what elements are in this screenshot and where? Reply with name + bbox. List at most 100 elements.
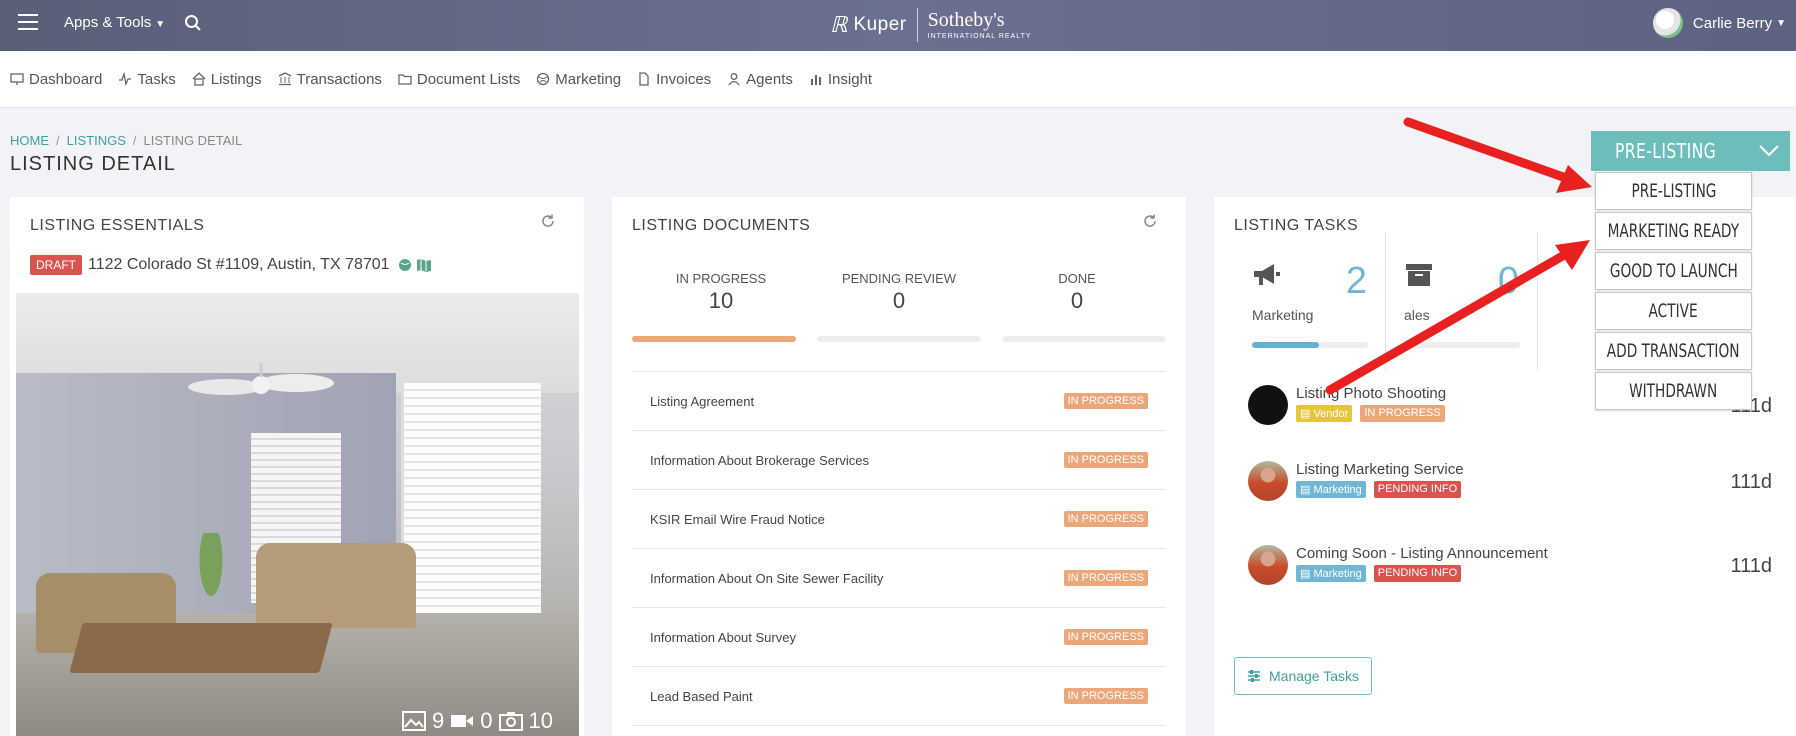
folder-icon [398, 74, 412, 85]
document-name: KSIR Email Wire Fraud Notice [650, 511, 825, 527]
doc-stat-pending-review[interactable]: PENDING REVIEW 0 [810, 271, 988, 342]
task-row[interactable]: Coming Soon - Listing Announcement ▤ Mar… [1248, 545, 1778, 621]
status-badge: IN PROGRESS [1063, 570, 1148, 586]
breadcrumb-home[interactable]: HOME [10, 133, 49, 148]
status-option-good-to-launch[interactable]: GOOD TO LAUNCH [1595, 252, 1752, 290]
task-stat-sales[interactable]: 0 ales [1386, 232, 1538, 370]
ceiling-fan [188, 363, 334, 395]
task-tag: ▤ Marketing [1296, 565, 1366, 582]
status-option-label: ACTIVE [1648, 300, 1699, 322]
megaphone-icon [1254, 264, 1280, 285]
brand-left: Kuper [853, 14, 907, 35]
status-option-withdrawn[interactable]: WITHDRAWN [1595, 372, 1752, 410]
progress-fill [1252, 342, 1320, 348]
doc-stat-in-progress[interactable]: IN PROGRESS 10 [632, 271, 810, 342]
nav-item-agents[interactable]: Agents [727, 71, 793, 88]
task-stat-marketing[interactable]: 2 Marketing [1234, 232, 1386, 370]
nav-label: Tasks [137, 70, 176, 88]
globe-icon [537, 72, 550, 86]
status-option-pre-listing[interactable]: PRE-LISTING [1595, 172, 1752, 210]
progress-bar [817, 336, 981, 342]
main-nav: Dashboard Tasks Listings Transactions Do… [0, 51, 1796, 108]
nav-item-marketing[interactable]: Marketing [536, 71, 621, 88]
nav-item-tasks[interactable]: Tasks [118, 70, 176, 88]
coffee-table [69, 623, 333, 673]
status-badge: PENDING INFO [1373, 481, 1462, 498]
status-option-active[interactable]: ACTIVE [1595, 292, 1752, 330]
status-option-label: PRE-LISTING [1631, 180, 1716, 202]
task-name: Listing Marketing Service [1296, 461, 1464, 478]
camera-icon [498, 712, 523, 731]
apps-tools-label: Apps & Tools [64, 14, 152, 31]
status-badge: IN PROGRESS [1063, 452, 1148, 468]
task-stat-label: Marketing [1252, 307, 1314, 323]
listing-status-dropdown[interactable]: PRE-LISTING [1591, 131, 1790, 171]
stat-label: PENDING REVIEW [841, 271, 957, 286]
breadcrumb-listings[interactable]: LISTINGS [67, 133, 126, 148]
status-option-label: GOOD TO LAUNCH [1609, 260, 1738, 282]
map-icon[interactable] [416, 258, 432, 272]
task-stat-value: 0 [1497, 260, 1519, 302]
status-option-label: WITHDRAWN [1629, 380, 1718, 402]
search-icon[interactable] [184, 14, 202, 32]
refresh-icon[interactable] [540, 213, 556, 229]
progress-bar [632, 336, 796, 342]
nav-item-document-lists[interactable]: Document Lists [398, 71, 520, 88]
nav-item-transactions[interactable]: Transactions [278, 71, 382, 88]
breadcrumb: HOME / LISTINGS / LISTING DETAIL [10, 133, 243, 148]
manage-tasks-label: Manage Tasks [1269, 668, 1360, 684]
video-icon [451, 715, 474, 727]
top-bar: Apps & Tools ▼ ℝ Kuper Sotheby's INTERNAT… [0, 0, 1796, 51]
listing-documents-card: LISTING DOCUMENTS IN PROGRESS 10 PENDING… [612, 197, 1186, 736]
stat-value: 0 [1070, 288, 1084, 313]
document-name: Information About On Site Sewer Facility [650, 570, 884, 586]
bank-icon [278, 72, 291, 86]
document-row[interactable]: KSIR Email Wire Fraud Notice IN PROGRESS [632, 490, 1166, 549]
status-option-marketing-ready[interactable]: MARKETING READY [1595, 212, 1752, 250]
nav-item-insight[interactable]: Insight [809, 71, 872, 88]
apps-tools-menu[interactable]: Apps & Tools ▼ [64, 14, 165, 31]
nav-label: Insight [827, 70, 873, 88]
manage-tasks-button[interactable]: Manage Tasks [1234, 657, 1373, 695]
listing-address: 1122 Colorado St #1109, Austin, TX 78701 [88, 256, 390, 273]
task-tag: ▤ Vendor [1296, 405, 1353, 422]
document-row[interactable]: Information About On Site Sewer Facility… [632, 549, 1166, 608]
card-title: LISTING ESSENTIALS [30, 217, 205, 234]
sofa [256, 543, 416, 628]
hamburger-menu-icon[interactable] [18, 14, 38, 30]
document-row[interactable]: Information About Brokerage Services IN P… [632, 431, 1166, 490]
task-avatar [1248, 461, 1288, 501]
document-row[interactable]: Listing Agreement IN PROGRESS [632, 372, 1166, 431]
globe-icon[interactable] [398, 258, 412, 272]
nav-item-listings[interactable]: Listings [192, 71, 262, 88]
listing-photo[interactable]: 9 0 10 [16, 293, 579, 736]
task-tag-label: Marketing [1313, 484, 1362, 496]
nav-item-invoices[interactable]: Invoices [637, 71, 711, 88]
task-avatar [1248, 385, 1288, 425]
brand-logo[interactable]: ℝ Kuper Sotheby's INTERNATIONAL REALTY [830, 8, 1032, 42]
user-menu[interactable]: Carlie Berry ▼ [1652, 8, 1786, 38]
plant [191, 533, 231, 623]
videos-count: 0 [480, 708, 493, 733]
document-row[interactable]: Lead Based Paint IN PROGRESS [632, 667, 1166, 726]
task-stat-label: ales [1404, 307, 1430, 323]
home-icon [192, 72, 206, 86]
status-option-add-transaction[interactable]: ADD TRANSACTION [1595, 332, 1752, 370]
nav-item-dashboard[interactable]: Dashboard [10, 71, 102, 88]
user-avatar [1652, 8, 1683, 38]
nav-label: Invoices [656, 70, 712, 88]
listing-essentials-card: LISTING ESSENTIALS DRAFT 1122 Colorado S… [10, 197, 584, 736]
task-stat-value: 2 [1345, 260, 1367, 302]
status-option-label: ADD TRANSACTION [1607, 340, 1740, 362]
document-name: Lead Based Paint [650, 688, 753, 704]
task-row[interactable]: Listing Marketing Service ▤ Marketing PEN… [1248, 461, 1778, 537]
document-name: Information About Brokerage Services [650, 452, 869, 468]
task-list: Listing Photo Shooting ▤ Vendor IN PROGRE… [1248, 385, 1778, 621]
refresh-icon[interactable] [1142, 213, 1158, 229]
doc-stat-done[interactable]: DONE 0 [988, 271, 1166, 342]
document-row[interactable]: Information About Survey IN PROGRESS [632, 608, 1166, 667]
document-stats: IN PROGRESS 10 PENDING REVIEW 0 DONE 0 [632, 271, 1166, 342]
listing-status-menu: PRE-LISTING MARKETING READY GOOD TO LAUN… [1595, 172, 1752, 412]
task-name: Coming Soon - Listing Announcement [1296, 545, 1548, 562]
progress-bar [1404, 342, 1520, 348]
